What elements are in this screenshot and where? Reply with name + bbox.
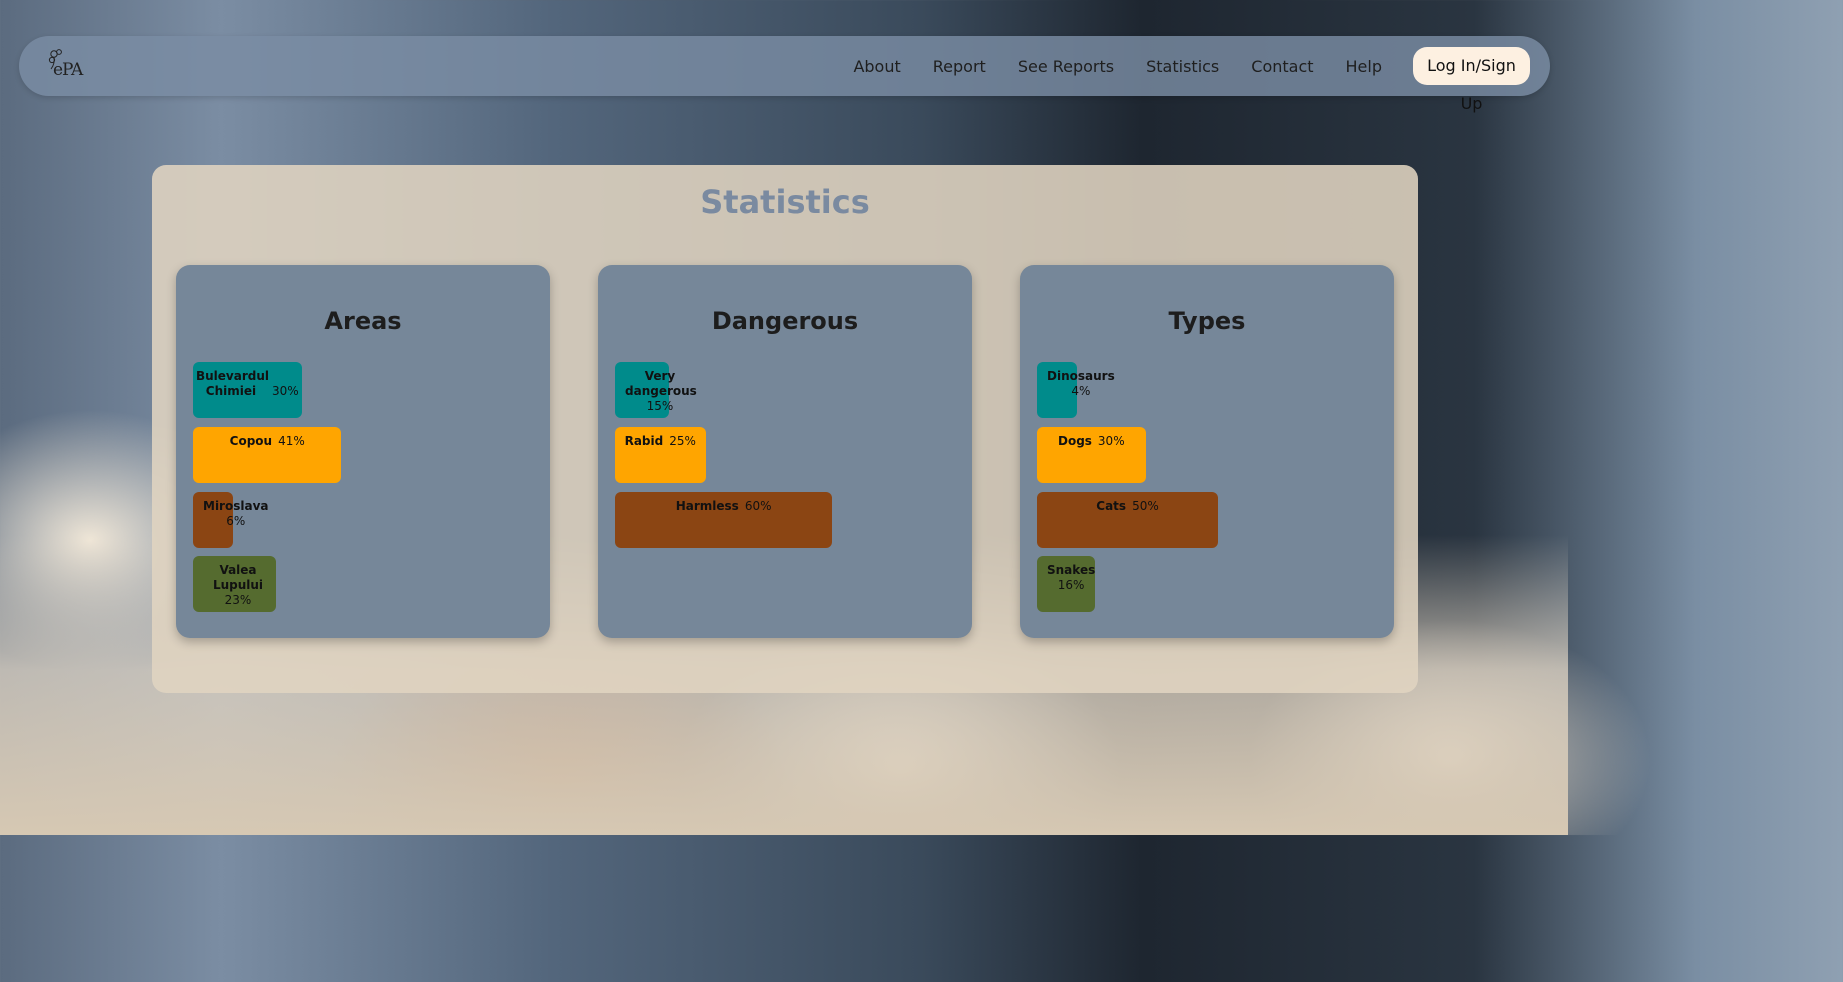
bar-value-label: 41% xyxy=(278,434,305,448)
bar-snakes: Snakes 16% xyxy=(1037,556,1095,612)
nav-link-see-reports[interactable]: See Reports xyxy=(1002,57,1130,76)
bar-value-label: 16% xyxy=(1057,578,1085,592)
chart-card-areas: Areas Bulevardul Chimiei 30% Copou 41% Mirosl… xyxy=(176,265,550,638)
bar-label: Miroslava xyxy=(203,499,269,513)
bar-label: Dogs xyxy=(1057,434,1092,448)
bar-text: Dogs 30% xyxy=(1037,434,1146,449)
bar-text: Miroslava 6% xyxy=(203,499,269,529)
bar-value-label: 50% xyxy=(1132,499,1159,513)
bar-value-label: 4% xyxy=(1071,384,1091,398)
bar-dogs: Dogs 30% xyxy=(1037,427,1146,483)
bar-label: Bulevardul Chimiei xyxy=(195,369,269,398)
bar-text: Harmless 60% xyxy=(615,499,832,514)
bar-label: Snakes xyxy=(1047,563,1096,577)
bar-miroslava: Miroslava 6% xyxy=(193,492,269,548)
bar-text: Copou 41% xyxy=(193,434,341,449)
bar-rabid: Rabid 25% xyxy=(615,427,706,483)
chart-title: Areas xyxy=(324,307,402,335)
bar-text: Bulevardul Chimiei 30% xyxy=(193,369,302,399)
bar-value-label: 25% xyxy=(669,434,696,448)
logo-text: ePA xyxy=(53,60,83,80)
bar-harmless: Harmless 60% xyxy=(615,492,833,548)
navbar: ePA About Report See Reports Statistics … xyxy=(19,36,1550,113)
bar-label: Rabid xyxy=(624,434,664,448)
bar-value-label: 30% xyxy=(271,384,299,398)
chart-card-dangerous: Dangerous Very dangerous 15% Rabid 25% Harmle… xyxy=(598,265,972,638)
bar-label: Valea Lupului xyxy=(212,563,264,592)
bar-dinosaurs: Dinosaurs 4% xyxy=(1037,362,1115,418)
bar-value-label: 30% xyxy=(1097,434,1125,448)
chart-title: Types xyxy=(1168,307,1246,335)
bar-very-dangerous: Very dangerous 15% xyxy=(615,362,697,418)
bar-text: Dinosaurs 4% xyxy=(1047,369,1115,399)
bar-text: Very dangerous 15% xyxy=(625,369,697,414)
page-title: Statistics xyxy=(700,183,870,221)
statistics-panel: Statistics Areas Bulevardul Chimiei 30% Cop… xyxy=(152,165,1418,693)
chart-card-types: Types Dinosaurs 4% Dogs 30% Cats 50% Snakes 16% xyxy=(1020,265,1394,638)
login-signup-button[interactable]: Log In/Sign Up xyxy=(1413,47,1530,113)
bar-valea-lupului: Valea Lupului 23% xyxy=(193,556,277,612)
nav-links: About Report See Reports Statistics Cont… xyxy=(837,47,1530,113)
nav-link-report[interactable]: Report xyxy=(917,57,1002,76)
bar-text: Rabid 25% xyxy=(615,434,706,449)
bar-value-label: 60% xyxy=(744,499,772,513)
bar-text: Cats 50% xyxy=(1037,499,1218,514)
nav-link-help[interactable]: Help xyxy=(1330,57,1398,76)
bar-label: Cats xyxy=(1096,499,1127,513)
bar-copou: Copou 41% xyxy=(193,427,342,483)
bar-cats: Cats 50% xyxy=(1037,492,1218,548)
bar-text: Snakes 16% xyxy=(1047,563,1095,593)
nav-link-contact[interactable]: Contact xyxy=(1235,57,1329,76)
chart-title: Dangerous xyxy=(711,307,859,335)
bar-label: Harmless xyxy=(675,499,739,513)
logo[interactable]: ePA xyxy=(45,48,95,84)
bar-text: Valea Lupului 23% xyxy=(203,563,273,608)
bar-label: Dinosaurs xyxy=(1047,369,1115,383)
bar-label: Copou xyxy=(229,434,273,448)
bar-value-label: 6% xyxy=(226,514,246,528)
bar-value-label: 23% xyxy=(224,593,252,607)
bar-value-label: 15% xyxy=(646,399,674,413)
bar-label: Very dangerous xyxy=(625,369,697,398)
bar-bulevardul-chimiei: Bulevardul Chimiei 30% xyxy=(193,362,302,418)
nav-link-about[interactable]: About xyxy=(837,57,916,76)
nav-link-statistics[interactable]: Statistics xyxy=(1130,57,1235,76)
